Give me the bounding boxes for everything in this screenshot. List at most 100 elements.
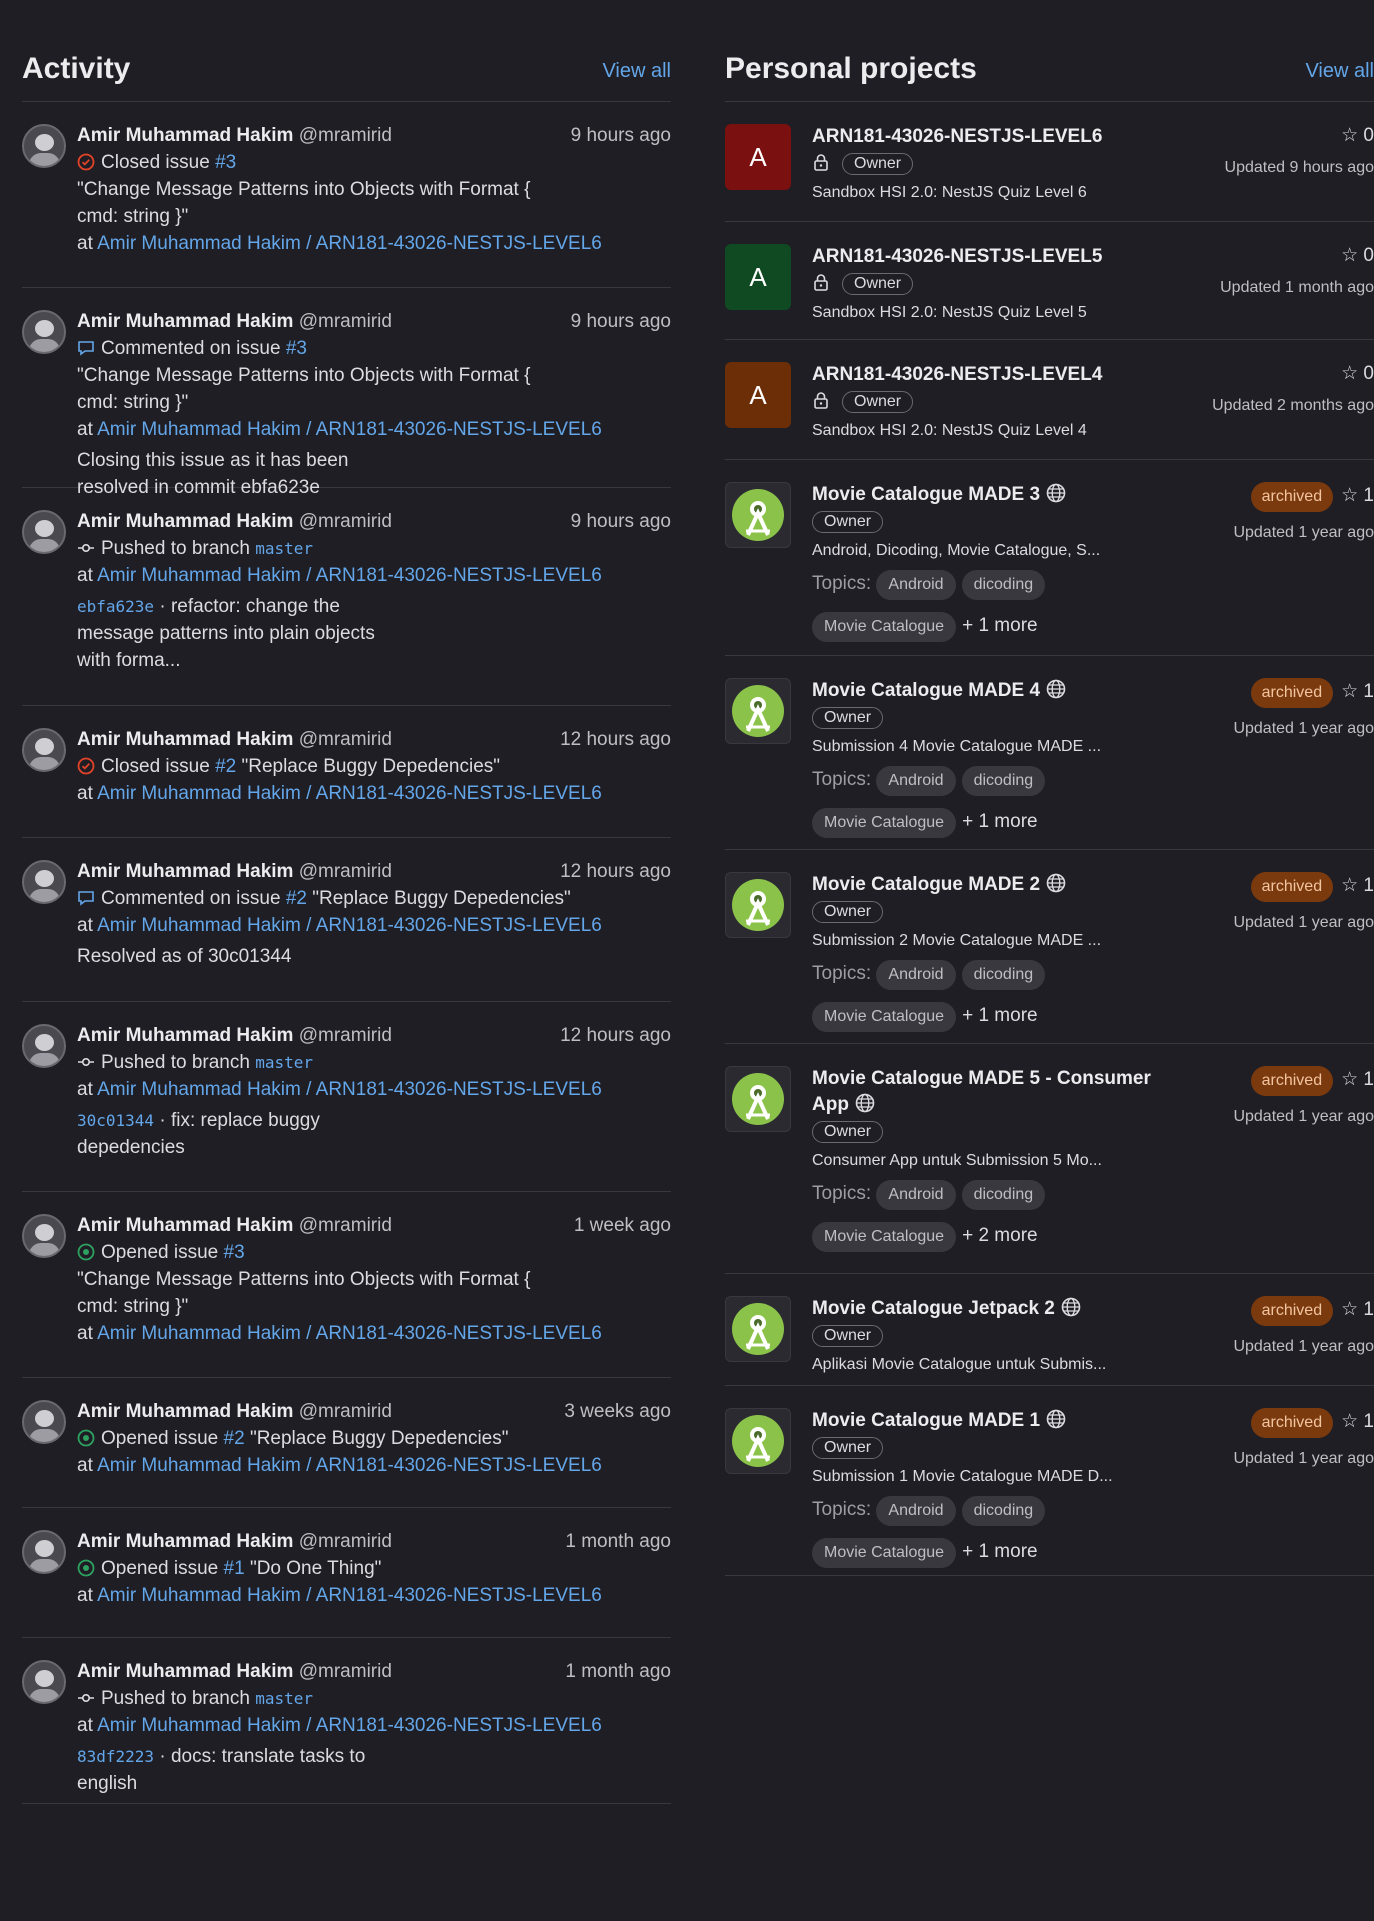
user-avatar[interactable] bbox=[22, 728, 66, 772]
more-topics-link[interactable]: + 1 more bbox=[962, 615, 1038, 636]
user-avatar[interactable] bbox=[22, 1024, 66, 1068]
more-topics-link[interactable]: + 1 more bbox=[962, 811, 1038, 832]
topic-tag[interactable]: dicoding bbox=[961, 1496, 1046, 1526]
author-handle[interactable]: @mramirid bbox=[299, 1661, 392, 1682]
author-name[interactable]: Amir Muhammad Hakim bbox=[77, 1401, 293, 1422]
project-item[interactable]: Movie Catalogue MADE 3 Owner Android, Dico… bbox=[725, 460, 1374, 656]
author-name[interactable]: Amir Muhammad Hakim bbox=[77, 511, 293, 532]
issue-link[interactable]: #2 bbox=[215, 756, 236, 777]
project-link[interactable]: Amir Muhammad Hakim / ARN181-43026-NESTJ… bbox=[97, 1455, 602, 1476]
star-count[interactable]: ☆ 1 bbox=[1341, 875, 1374, 896]
star-count[interactable]: ☆ 0 bbox=[1341, 125, 1374, 146]
star-count[interactable]: ☆ 1 bbox=[1341, 1299, 1374, 1320]
project-item[interactable]: Movie Catalogue MADE 1 Owner Submission 1 … bbox=[725, 1386, 1374, 1576]
user-avatar[interactable] bbox=[22, 510, 66, 554]
project-link[interactable]: Amir Muhammad Hakim / ARN181-43026-NESTJ… bbox=[97, 1585, 602, 1606]
project-name[interactable]: ARN181-43026-NESTJS-LEVEL6 bbox=[812, 124, 1164, 150]
android-studio-icon[interactable] bbox=[725, 1066, 791, 1132]
android-studio-icon[interactable] bbox=[725, 1296, 791, 1362]
topic-tag[interactable]: dicoding bbox=[961, 570, 1046, 600]
project-name[interactable]: Movie Catalogue MADE 4 bbox=[812, 678, 1164, 704]
project-avatar[interactable]: A bbox=[725, 362, 791, 428]
author-handle[interactable]: @mramirid bbox=[299, 511, 392, 532]
project-link[interactable]: Amir Muhammad Hakim / ARN181-43026-NESTJ… bbox=[97, 565, 602, 586]
project-avatar[interactable]: A bbox=[725, 124, 791, 190]
user-avatar[interactable] bbox=[22, 860, 66, 904]
topic-tag[interactable]: Movie Catalogue bbox=[812, 1538, 957, 1568]
topic-tag[interactable]: Movie Catalogue bbox=[812, 808, 957, 838]
topic-tag[interactable]: Android bbox=[876, 570, 956, 600]
topic-tag[interactable]: Android bbox=[876, 1496, 956, 1526]
more-topics-link[interactable]: + 1 more bbox=[962, 1005, 1038, 1026]
project-item[interactable]: Movie Catalogue MADE 2 Owner Submission 2 … bbox=[725, 850, 1374, 1044]
star-count[interactable]: ☆ 1 bbox=[1341, 681, 1374, 702]
topic-tag[interactable]: Android bbox=[876, 960, 956, 990]
project-link[interactable]: Amir Muhammad Hakim / ARN181-43026-NESTJ… bbox=[97, 1323, 602, 1344]
star-count[interactable]: ☆ 1 bbox=[1341, 485, 1374, 506]
user-avatar[interactable] bbox=[22, 1530, 66, 1574]
issue-link[interactable]: #3 bbox=[224, 1242, 245, 1263]
commit-sha-link[interactable]: ebfa623e bbox=[77, 597, 154, 616]
issue-link[interactable]: #3 bbox=[215, 152, 236, 173]
author-handle[interactable]: @mramirid bbox=[299, 729, 392, 750]
author-name[interactable]: Amir Muhammad Hakim bbox=[77, 729, 293, 750]
issue-link[interactable]: #1 bbox=[224, 1558, 245, 1579]
author-handle[interactable]: @mramirid bbox=[299, 1025, 392, 1046]
topic-tag[interactable]: Movie Catalogue bbox=[812, 1222, 957, 1252]
project-name[interactable]: Movie Catalogue MADE 5 - Consumer App bbox=[812, 1066, 1164, 1118]
commit-sha-link[interactable]: 83df2223 bbox=[77, 1747, 154, 1766]
topic-tag[interactable]: dicoding bbox=[961, 960, 1046, 990]
user-avatar[interactable] bbox=[22, 124, 66, 168]
project-item[interactable]: Movie Catalogue MADE 4 Owner Submission 4 … bbox=[725, 656, 1374, 850]
author-name[interactable]: Amir Muhammad Hakim bbox=[77, 125, 293, 146]
android-studio-icon[interactable] bbox=[725, 872, 791, 938]
topic-tag[interactable]: Android bbox=[876, 766, 956, 796]
user-avatar[interactable] bbox=[22, 1660, 66, 1704]
author-name[interactable]: Amir Muhammad Hakim bbox=[77, 311, 293, 332]
user-avatar[interactable] bbox=[22, 1214, 66, 1258]
author-handle[interactable]: @mramirid bbox=[299, 861, 392, 882]
author-name[interactable]: Amir Muhammad Hakim bbox=[77, 1025, 293, 1046]
more-topics-link[interactable]: + 2 more bbox=[962, 1225, 1038, 1246]
star-count[interactable]: ☆ 0 bbox=[1341, 363, 1374, 384]
author-name[interactable]: Amir Muhammad Hakim bbox=[77, 1215, 293, 1236]
topic-tag[interactable]: dicoding bbox=[961, 766, 1046, 796]
user-avatar[interactable] bbox=[22, 1400, 66, 1444]
author-name[interactable]: Amir Muhammad Hakim bbox=[77, 1531, 293, 1552]
project-name[interactable]: Movie Catalogue MADE 3 bbox=[812, 482, 1164, 508]
project-link[interactable]: Amir Muhammad Hakim / ARN181-43026-NESTJ… bbox=[97, 1079, 602, 1100]
branch-link[interactable]: master bbox=[255, 1689, 313, 1708]
issue-link[interactable]: #2 bbox=[286, 888, 307, 909]
author-name[interactable]: Amir Muhammad Hakim bbox=[77, 1661, 293, 1682]
project-name[interactable]: Movie Catalogue MADE 2 bbox=[812, 872, 1164, 898]
branch-link[interactable]: master bbox=[255, 539, 313, 558]
star-count[interactable]: ☆ 1 bbox=[1341, 1069, 1374, 1090]
star-count[interactable]: ☆ 1 bbox=[1341, 1411, 1374, 1432]
author-handle[interactable]: @mramirid bbox=[299, 1531, 392, 1552]
project-avatar[interactable]: A bbox=[725, 244, 791, 310]
author-handle[interactable]: @mramirid bbox=[299, 1215, 392, 1236]
author-name[interactable]: Amir Muhammad Hakim bbox=[77, 861, 293, 882]
android-studio-icon[interactable] bbox=[725, 678, 791, 744]
topic-tag[interactable]: Movie Catalogue bbox=[812, 1002, 957, 1032]
author-handle[interactable]: @mramirid bbox=[299, 125, 392, 146]
project-item[interactable]: Movie Catalogue MADE 5 - Consumer App Own… bbox=[725, 1044, 1374, 1274]
project-link[interactable]: Amir Muhammad Hakim / ARN181-43026-NESTJ… bbox=[97, 419, 602, 440]
project-item[interactable]: A ARN181-43026-NESTJS-LEVEL5 Owner Sandbox … bbox=[725, 222, 1374, 340]
more-topics-link[interactable]: + 1 more bbox=[962, 1541, 1038, 1562]
project-name[interactable]: Movie Catalogue MADE 1 bbox=[812, 1408, 1164, 1434]
android-studio-icon[interactable] bbox=[725, 482, 791, 548]
topic-tag[interactable]: Movie Catalogue bbox=[812, 612, 957, 642]
branch-link[interactable]: master bbox=[255, 1053, 313, 1072]
project-name[interactable]: ARN181-43026-NESTJS-LEVEL5 bbox=[812, 244, 1164, 270]
user-avatar[interactable] bbox=[22, 310, 66, 354]
topic-tag[interactable]: dicoding bbox=[961, 1180, 1046, 1210]
android-studio-icon[interactable] bbox=[725, 1408, 791, 1474]
author-handle[interactable]: @mramirid bbox=[299, 311, 392, 332]
project-link[interactable]: Amir Muhammad Hakim / ARN181-43026-NESTJ… bbox=[97, 915, 602, 936]
project-link[interactable]: Amir Muhammad Hakim / ARN181-43026-NESTJ… bbox=[97, 233, 602, 254]
issue-link[interactable]: #2 bbox=[224, 1428, 245, 1449]
issue-link[interactable]: #3 bbox=[286, 338, 307, 359]
projects-view-all-link[interactable]: View all bbox=[1305, 60, 1374, 83]
author-handle[interactable]: @mramirid bbox=[299, 1401, 392, 1422]
